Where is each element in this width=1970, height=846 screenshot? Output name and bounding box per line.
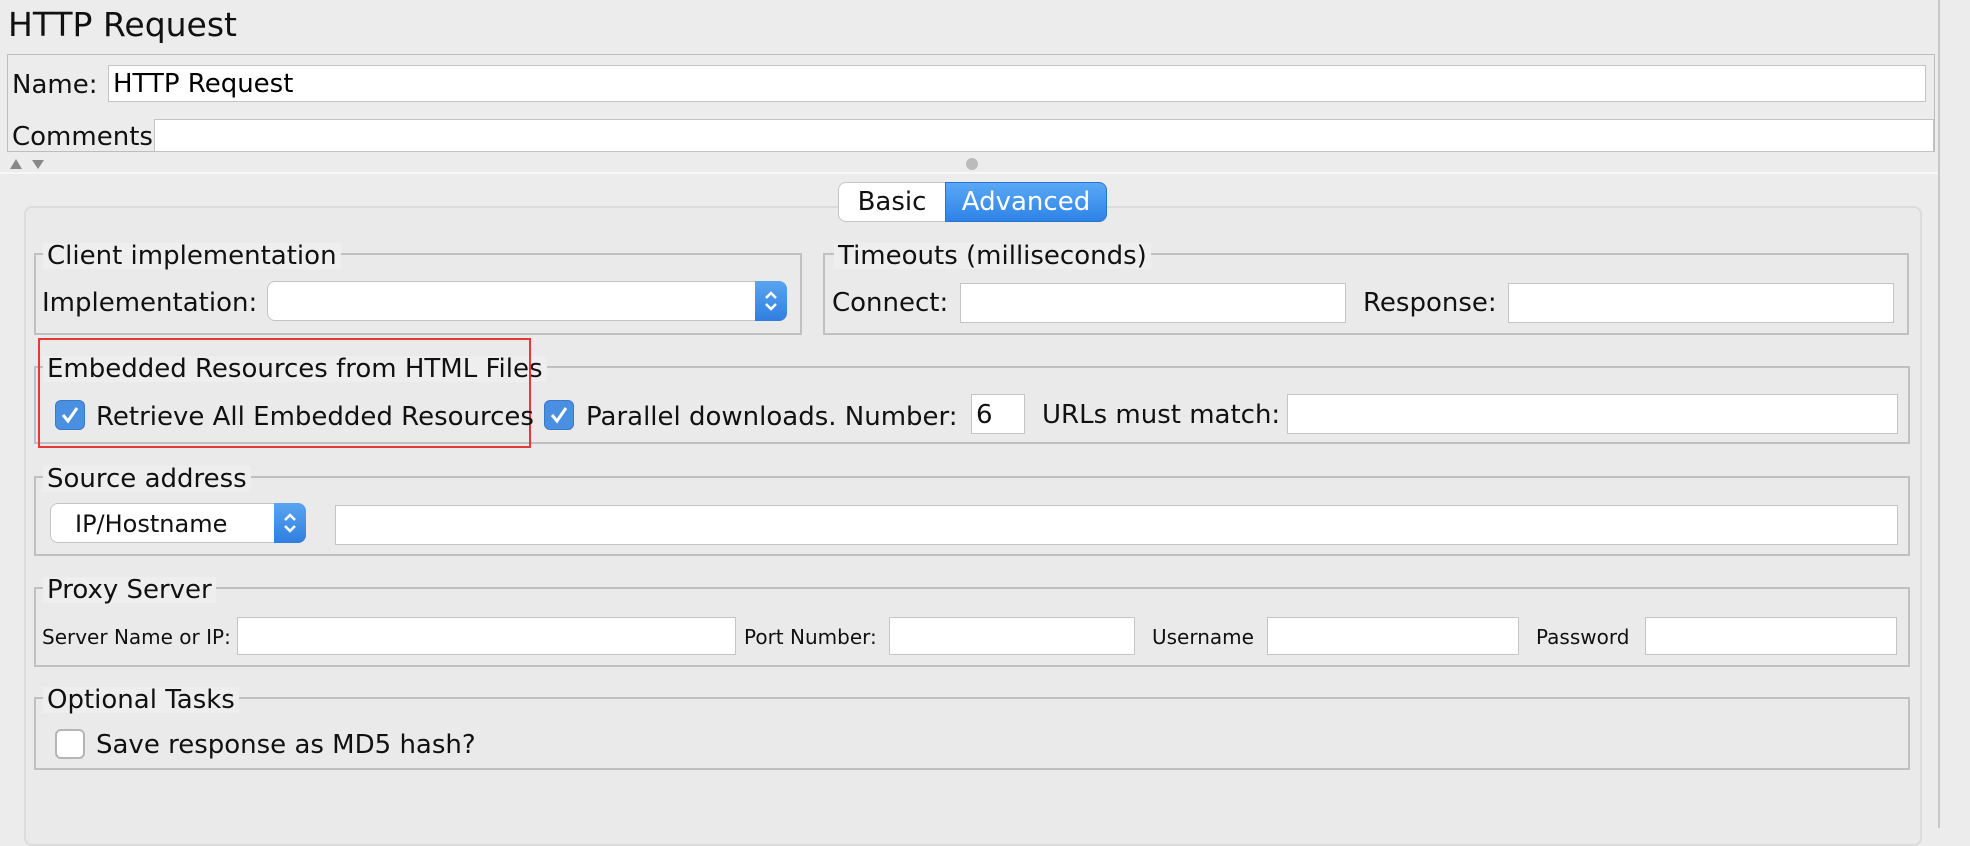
parallel-downloads-checkbox[interactable]: [544, 400, 574, 430]
md5-hash-checkbox[interactable]: [55, 729, 85, 759]
urls-must-match-label: URLs must match:: [1042, 400, 1281, 430]
name-label: Name:: [12, 70, 98, 100]
chevron-updown-icon: [274, 503, 306, 543]
parallel-number-input[interactable]: 6: [971, 394, 1025, 434]
comments-label: Comments:: [12, 122, 162, 152]
source-address-type-select[interactable]: IP/Hostname: [50, 503, 306, 543]
response-label: Response:: [1363, 288, 1497, 318]
window-right-border: [1938, 0, 1940, 828]
retrieve-all-checkbox[interactable]: [55, 400, 85, 430]
proxy-server-legend: Proxy Server: [43, 577, 216, 603]
implementation-label: Implementation:: [42, 288, 258, 318]
name-input[interactable]: [108, 65, 1926, 102]
retrieve-all-label: Retrieve All Embedded Resources: [96, 402, 534, 432]
port-number-input[interactable]: [889, 617, 1135, 655]
source-address-legend: Source address: [43, 466, 251, 492]
connect-label: Connect:: [832, 288, 949, 318]
port-number-label: Port Number:: [744, 625, 877, 649]
checkmark-icon: [61, 407, 79, 424]
md5-hash-label: Save response as MD5 hash?: [96, 730, 476, 760]
username-label: Username: [1152, 625, 1254, 649]
tab-advanced[interactable]: Advanced: [945, 182, 1107, 222]
server-name-input[interactable]: [237, 617, 736, 655]
username-input[interactable]: [1267, 617, 1519, 655]
tab-basic[interactable]: Basic: [838, 182, 946, 222]
parallel-downloads-label: Parallel downloads. Number:: [586, 402, 958, 432]
response-input[interactable]: [1508, 283, 1894, 323]
chevron-updown-icon: [755, 281, 787, 321]
client-implementation-legend: Client implementation: [43, 243, 341, 269]
server-name-label: Server Name or IP:: [42, 625, 231, 649]
checkmark-icon: [550, 407, 568, 424]
timeouts-legend: Timeouts (milliseconds): [834, 243, 1151, 269]
optional-tasks-legend: Optional Tasks: [43, 687, 239, 713]
source-address-input[interactable]: [335, 505, 1898, 545]
comments-input[interactable]: [154, 119, 1934, 152]
urls-must-match-input[interactable]: [1287, 394, 1898, 434]
page-title: HTTP Request: [8, 5, 237, 44]
implementation-select[interactable]: [267, 281, 787, 321]
split-arrows-icon[interactable]: [8, 157, 48, 171]
password-label: Password: [1536, 625, 1630, 649]
password-input[interactable]: [1645, 617, 1897, 655]
connect-input[interactable]: [960, 283, 1346, 323]
split-divider-handle[interactable]: [966, 158, 978, 170]
split-divider: [0, 172, 1938, 174]
